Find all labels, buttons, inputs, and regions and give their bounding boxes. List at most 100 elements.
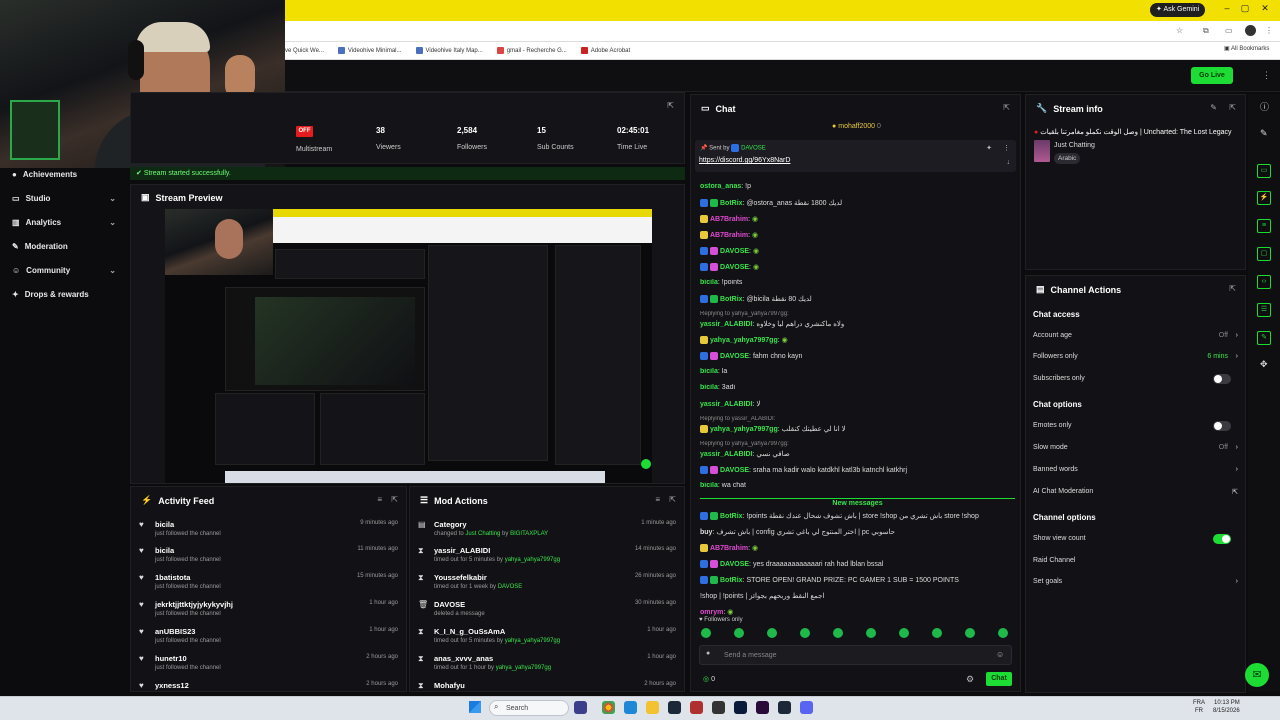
close-window-button[interactable]: ✕ (1256, 3, 1274, 14)
chat-message[interactable]: AB7Brahim: ◉ (700, 231, 1015, 240)
chat-username[interactable]: BotRix (720, 200, 743, 207)
mod-moderator[interactable]: BIGITAXPLAY (510, 531, 548, 537)
activity-user[interactable]: bicila (155, 546, 174, 555)
chat-message[interactable]: BotRix: @ostora_anas لديك 1800 نقطة (700, 199, 1015, 208)
collapse-pin-icon[interactable]: ↓ (1007, 159, 1011, 166)
mod-target[interactable]: yassir_ALABIDI (434, 546, 490, 555)
category-thumbnail[interactable] (1034, 140, 1050, 162)
address-bar[interactable]: ☆ ⧉ ▭ ⋮ (285, 21, 1280, 42)
chat-username[interactable]: yassir_ALABIDI (700, 321, 753, 328)
taskbar-clock[interactable]: 10:13 PM 8/15/2026 (1213, 699, 1240, 715)
send-chat-button[interactable]: Chat (986, 672, 1012, 686)
mod-target[interactable]: Youssefelkabir (434, 573, 487, 582)
rail-extras-icon[interactable]: ✥ (1260, 359, 1268, 370)
chat-username[interactable]: DAVOSE (720, 353, 749, 360)
help-chat-button[interactable]: ✉ (1245, 663, 1269, 687)
chat-username[interactable]: DAVOSE (720, 467, 749, 474)
chat-username[interactable]: yahya_yahya7997gg (710, 426, 778, 433)
chat-message-input[interactable]: Send a message (699, 645, 1012, 665)
chrome-icon[interactable] (602, 701, 615, 714)
more-options-icon[interactable]: ⋮ (1003, 144, 1010, 152)
emote-icon[interactable] (899, 628, 909, 638)
sidebar-item-drops[interactable]: ✦ Drops & rewards (0, 283, 128, 305)
chat-message[interactable]: bicila: 3adi (700, 384, 1015, 391)
emote-icon[interactable] (833, 628, 843, 638)
chat-message[interactable]: !shop | !points | اجمع النقط وربحهم بجوا… (700, 592, 1015, 600)
extensions-icon[interactable]: ⧉ (1203, 26, 1209, 36)
mod-target[interactable]: anas_xvvv_anas (434, 654, 493, 663)
windows-start-icon[interactable] (469, 701, 481, 713)
bookmark-2[interactable]: Videohive Minimal... (337, 47, 402, 54)
rail-list-icon[interactable]: ≡ (1257, 219, 1271, 233)
emote-icon[interactable] (800, 628, 810, 638)
profile-avatar[interactable] (1245, 25, 1256, 36)
mod-category[interactable]: Just Chatting (465, 531, 500, 537)
sidebar-item-moderation[interactable]: ✎ Moderation (0, 235, 128, 257)
popout-icon[interactable]: ⇱ (391, 495, 398, 504)
discord-icon[interactable] (800, 701, 813, 714)
pencil-icon[interactable]: ✎ (1260, 128, 1268, 139)
popout-icon[interactable]: ⇱ (1229, 103, 1236, 112)
chat-message[interactable]: ostora_anas: !p (700, 183, 1015, 190)
pinned-by-user[interactable]: DAVOSE (741, 146, 766, 152)
raid-channel-setting[interactable]: Raid Channel (1033, 557, 1238, 564)
chat-message[interactable]: AB7Brahim: ◉ (700, 215, 1015, 224)
edit-icon[interactable]: ✎ (1210, 103, 1217, 112)
chat-username[interactable]: yahya_yahya7997gg (710, 337, 778, 344)
chat-username[interactable]: BotRix (720, 296, 743, 303)
emoji-icon[interactable]: ☺ (996, 650, 1004, 659)
sidebar-item-achievements[interactable]: ● Achievements (0, 163, 128, 185)
chat-message[interactable]: BotRix: @bicila لديك 80 نقطة (700, 295, 1015, 304)
popout-icon[interactable]: ⇱ (1229, 284, 1236, 293)
bookmark-1[interactable]: ve Quick We... (285, 48, 324, 54)
subscribers-only-toggle[interactable] (1213, 374, 1231, 384)
rail-preview-icon[interactable]: ▭ (1257, 164, 1271, 178)
activity-user[interactable]: anUBBIS23 (155, 627, 195, 636)
chat-message[interactable]: DAVOSE: ◉ (700, 247, 1015, 256)
sidebar-item-studio[interactable]: ▭ Studio ⌄ (0, 187, 128, 209)
star-icon[interactable]: ☆ (1176, 26, 1183, 35)
popout-icon[interactable]: ⇱ (1003, 103, 1010, 112)
app-icon-dark[interactable] (712, 701, 725, 714)
popout-icon[interactable]: ⇱ (669, 495, 676, 504)
bookmark-3[interactable]: Videohive Italy Map... (415, 47, 483, 54)
emote-icon[interactable] (701, 628, 711, 638)
activity-user[interactable]: bicila (155, 520, 174, 529)
chat-username[interactable]: DAVOSE (720, 264, 749, 271)
chat-input-badge-icon[interactable]: ● (706, 650, 710, 657)
chat-username[interactable]: AB7Brahim (710, 545, 748, 552)
new-messages-divider[interactable]: New messages (700, 498, 1015, 507)
emote-icon[interactable] (734, 628, 744, 638)
emote-icon[interactable] (932, 628, 942, 638)
sidebar-item-community[interactable]: ☺ Community ⌄ (0, 259, 128, 281)
premiere-icon[interactable] (756, 701, 769, 714)
activity-user[interactable]: yxness12 (155, 681, 189, 690)
chat-username[interactable]: omrym (700, 609, 723, 616)
mod-target[interactable]: K_I_N_g_OuSsAmA (434, 627, 505, 636)
go-live-button[interactable]: Go Live (1191, 67, 1233, 84)
sidepanel-icon[interactable]: ▭ (1225, 26, 1233, 35)
photoshop-icon[interactable] (734, 701, 747, 714)
set-goals-setting[interactable]: Set goals › (1033, 578, 1238, 585)
show-view-count-toggle[interactable] (1213, 534, 1231, 544)
account-age-setting[interactable]: Account age Off › (1033, 332, 1238, 339)
file-explorer-icon[interactable] (646, 701, 659, 714)
chat-username[interactable]: yassir_ALABIDI (700, 451, 753, 458)
emote-icon[interactable] (866, 628, 876, 638)
taskbar-search[interactable]: Search (489, 700, 569, 716)
chat-message[interactable]: DAVOSE: fahm chno kayn (700, 352, 1015, 360)
chat-message[interactable]: DAVOSE: ◉ (700, 263, 1015, 272)
chat-username[interactable]: AB7Brahim (710, 232, 748, 239)
all-bookmarks-button[interactable]: ▣ All Bookmarks (1224, 45, 1269, 52)
points-icon[interactable]: ◎ 0 (703, 675, 715, 683)
chat-message[interactable]: yahya_yahya7997gg: ◉ (700, 336, 1015, 345)
chat-username[interactable]: bicila (700, 384, 718, 391)
app-icon-red[interactable] (690, 701, 703, 714)
mod-moderator[interactable]: yahya_yahya7997gg (505, 557, 560, 563)
popout-icon[interactable]: ⇱ (667, 101, 674, 110)
chat-message[interactable]: bicila: !points (700, 279, 1015, 286)
chat-username[interactable]: DAVOSE (720, 561, 749, 568)
chat-message[interactable]: yahya_yahya7997gg: لا انا لي عطيتك كنقلب (700, 425, 1015, 434)
bookmark-4[interactable]: gmail - Recherche G... (496, 47, 567, 54)
mod-target[interactable]: Mohafyu (434, 681, 465, 690)
